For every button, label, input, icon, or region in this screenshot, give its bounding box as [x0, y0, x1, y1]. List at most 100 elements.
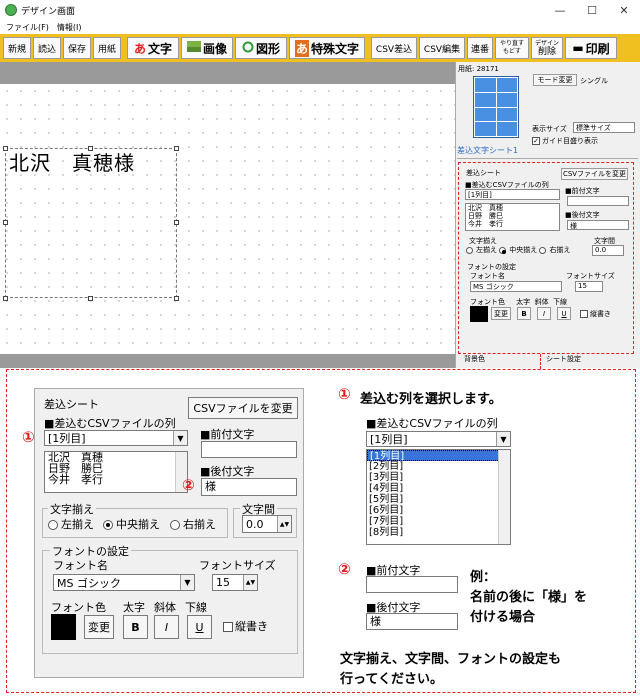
font-color-swatch[interactable]: [51, 614, 76, 640]
prefix-label: ■前付文字: [200, 428, 255, 441]
csv-change-button[interactable]: CSVファイルを変更: [188, 397, 298, 419]
mini-spacing-input[interactable]: 0.0: [592, 245, 624, 256]
paper-size-label: 用紙: 28171: [458, 65, 499, 73]
dropdown-option[interactable]: [3列目]: [367, 472, 510, 483]
dropdown-list[interactable]: [1列目] [2列目] [3列目] [4列目] [5列目] [6列目] [7列目…: [366, 449, 511, 545]
underline-button[interactable]: U: [187, 615, 212, 639]
align-center-radio[interactable]: 中央揃え: [103, 516, 160, 532]
bold-button[interactable]: B: [123, 615, 148, 639]
align-left-radio[interactable]: 左揃え: [48, 516, 94, 532]
image-button[interactable]: 画像: [181, 37, 233, 59]
column-label: ■差込むCSVファイルの列: [44, 417, 176, 430]
mini-font-size-input[interactable]: 15: [575, 281, 603, 292]
footer-line-1: 文字揃え、文字間、フォントの設定も: [340, 652, 562, 667]
chevron-down-icon: ▼: [173, 431, 187, 445]
font-size-label: フォントサイズ: [199, 559, 276, 572]
chevron-down-icon: ▼: [496, 432, 510, 446]
footer-line-2: 行ってください。: [340, 672, 443, 687]
mini-color-change-button[interactable]: 変更: [491, 307, 511, 320]
mini-underline-button[interactable]: U: [557, 307, 571, 320]
dropdown-option[interactable]: [1列目]: [367, 450, 510, 462]
load-button[interactable]: 読込: [33, 37, 61, 59]
mini-align-radios[interactable]: 左揃え 中央揃え 右揃え: [466, 245, 570, 255]
menu-info[interactable]: 情報(I): [57, 22, 82, 33]
align-right-radio[interactable]: 右揃え: [170, 516, 216, 532]
dropdown-option[interactable]: [7列目]: [367, 516, 510, 527]
toolbar: 新規 読込 保存 用紙 あ 文字 画像 図形 あ 特殊文字 CSV差込 CSV編…: [0, 34, 640, 62]
dropdown-option[interactable]: [5列目]: [367, 494, 510, 505]
dropdown-option[interactable]: [6列目]: [367, 505, 510, 516]
new-button[interactable]: 新規: [3, 37, 31, 59]
mini-prefix-label: ■前付文字: [565, 187, 600, 195]
step-1-instruction: 差込む列を選択します。: [360, 392, 502, 407]
font-color-change-button[interactable]: 変更: [84, 615, 114, 639]
mini-column-select[interactable]: [1列目]: [465, 189, 560, 200]
mini-font-select[interactable]: MS ゴシック: [470, 281, 562, 292]
bg-color-label: 背景色: [464, 355, 485, 363]
special-char-button[interactable]: あ 特殊文字: [289, 37, 365, 59]
mini-sheet-label: 差込シート: [466, 169, 501, 177]
mini-suffix-label: ■後付文字: [565, 211, 600, 219]
prefix-input[interactable]: [201, 441, 297, 458]
minimize-button[interactable]: —: [544, 0, 576, 20]
font-size-stepper[interactable]: 15 ▲▼: [212, 574, 258, 591]
mini-csv-button[interactable]: CSVファイルを変更: [561, 168, 628, 180]
text-icon: あ: [133, 41, 146, 56]
scrollbar[interactable]: [498, 450, 510, 544]
mini-prefix-input[interactable]: [567, 196, 629, 206]
spacing-stepper[interactable]: 0.0 ▲▼: [242, 515, 292, 533]
step-2-marker: ②: [338, 560, 351, 578]
menu-file[interactable]: ファイル(F): [6, 22, 49, 33]
italic-button[interactable]: I: [154, 615, 179, 639]
dropdown-option[interactable]: [4列目]: [367, 483, 510, 494]
undo-redo-button[interactable]: やり直す もどす: [495, 37, 529, 59]
close-button[interactable]: ✕: [608, 0, 640, 20]
font-name-select[interactable]: MS ゴシック ▼: [53, 574, 195, 591]
mode-change-button[interactable]: モード変更: [533, 74, 577, 86]
mini-vertical-checkbox[interactable]: 縦書き: [580, 309, 611, 319]
resize-handle[interactable]: [174, 146, 179, 151]
mini-font-color-swatch[interactable]: [470, 306, 488, 322]
csv-preview-list[interactable]: 北沢 真穂 日野 勝巳 今井 孝行: [44, 451, 188, 493]
display-size-label: 表示サイズ: [532, 125, 567, 133]
resize-handle[interactable]: [3, 146, 8, 151]
sample-name-text: 北沢 真穂様: [9, 151, 135, 175]
mini-bold-button[interactable]: B: [517, 307, 531, 320]
save-button[interactable]: 保存: [63, 37, 91, 59]
resize-handle[interactable]: [88, 296, 93, 301]
label-layout-icon[interactable]: [473, 76, 519, 138]
mini-italic-button[interactable]: I: [537, 307, 551, 320]
resize-handle[interactable]: [3, 296, 8, 301]
resize-handle[interactable]: [174, 220, 179, 225]
tab-insert-sheet[interactable]: 差込文字シート1: [457, 145, 638, 159]
csv-insert-button[interactable]: CSV差込: [371, 37, 417, 59]
csv-edit-button[interactable]: CSV編集: [419, 37, 465, 59]
example-prefix-input[interactable]: [366, 576, 458, 593]
example-suffix-input[interactable]: 様: [366, 613, 458, 630]
mini-suffix-input[interactable]: 様: [567, 220, 629, 230]
image-icon: [186, 41, 201, 55]
dropdown-option[interactable]: [8列目]: [367, 527, 510, 538]
dropdown-column-select[interactable]: [1列目] ▼: [366, 431, 511, 447]
paper-button[interactable]: 用紙: [93, 37, 121, 59]
text-button[interactable]: あ 文字: [127, 37, 179, 59]
window-title: デザイン画面: [21, 6, 76, 17]
maximize-button[interactable]: ☐: [576, 0, 608, 20]
resize-handle[interactable]: [3, 220, 8, 225]
shape-button[interactable]: 図形: [235, 37, 287, 59]
font-name-label: フォント名: [53, 559, 108, 572]
design-delete-button[interactable]: デザイン 削除: [531, 37, 563, 59]
special-char-icon: あ: [294, 39, 309, 57]
font-color-label: フォント色: [51, 601, 106, 614]
dropdown-option[interactable]: [2列目]: [367, 461, 510, 472]
display-size-select[interactable]: 標準サイズ: [573, 122, 635, 133]
mini-csv-list[interactable]: 北沢 真穂 日野 勝巳 今井 孝行: [465, 203, 560, 231]
vertical-text-checkbox[interactable]: 縦書き: [223, 618, 268, 634]
print-button[interactable]: ▬ 印刷: [565, 37, 617, 59]
column-select[interactable]: [1列目] ▼: [44, 430, 188, 446]
resize-handle[interactable]: [174, 296, 179, 301]
chevron-down-icon: ▼: [180, 575, 194, 590]
shape-icon: [242, 41, 254, 56]
serial-number-button[interactable]: 連番: [467, 37, 493, 59]
suffix-input[interactable]: 様: [201, 478, 297, 496]
